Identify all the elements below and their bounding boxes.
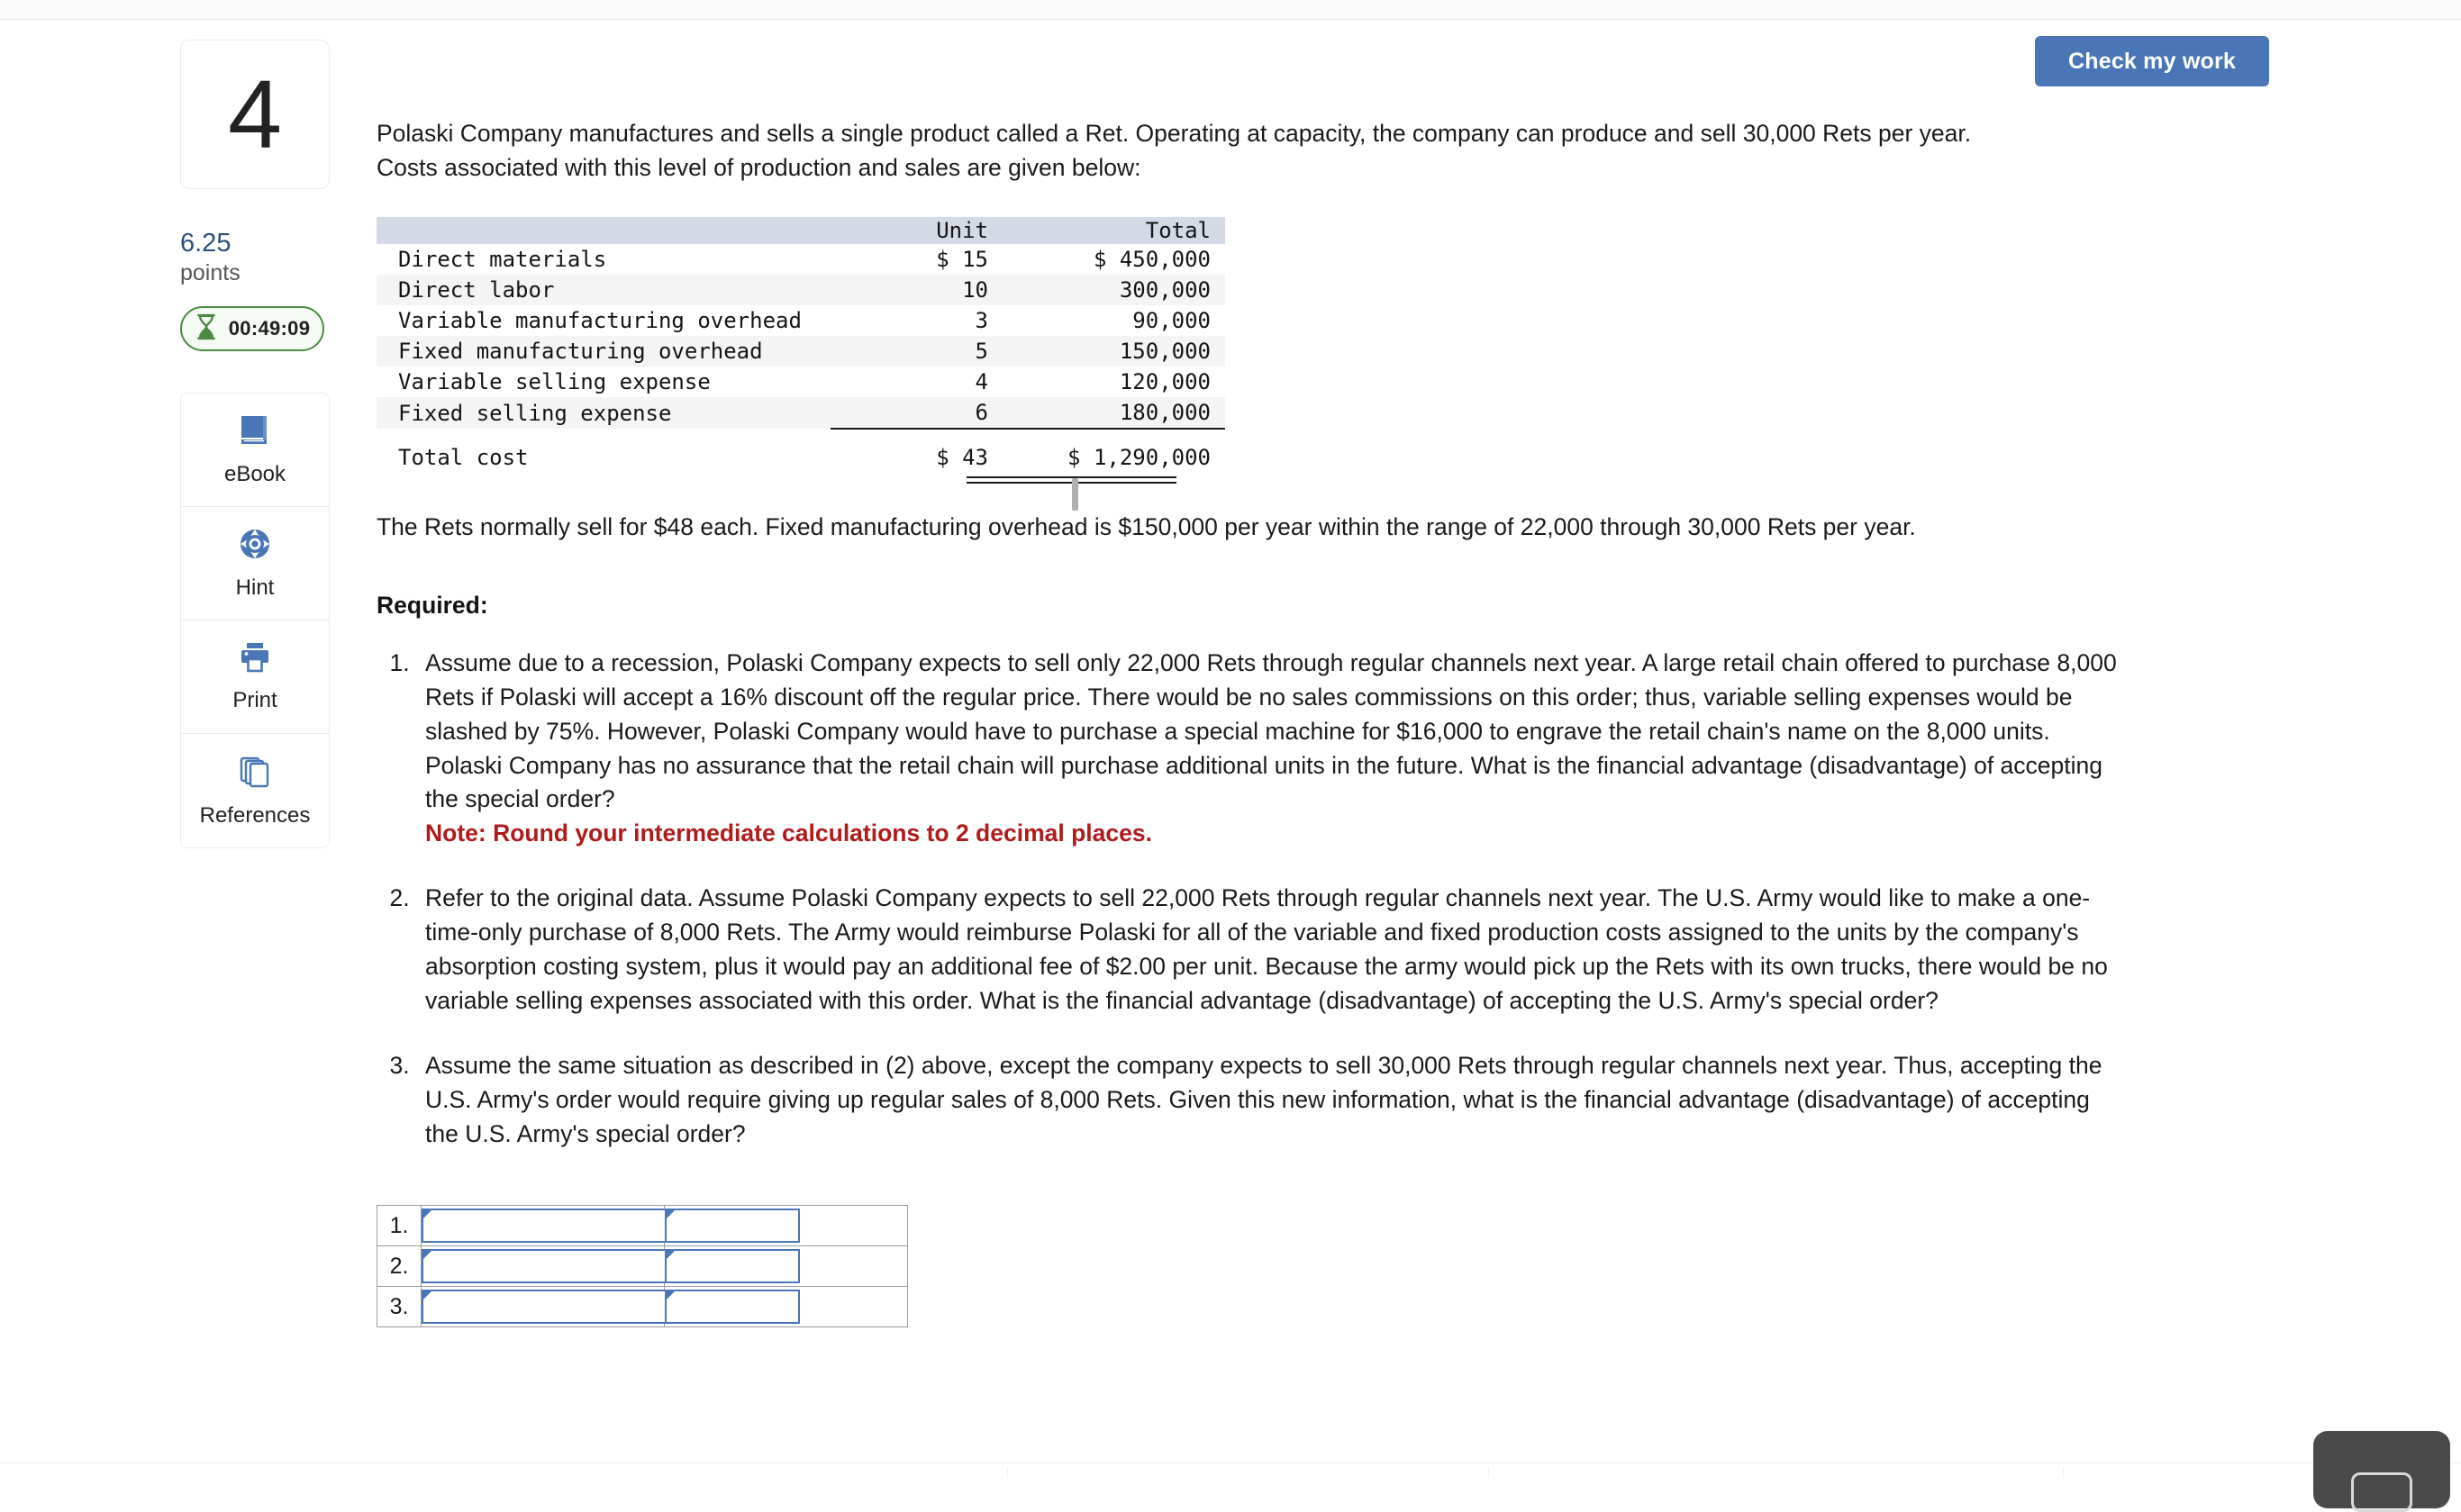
- answer-table: 1. 2. 3.: [377, 1205, 908, 1328]
- table-row: Direct labor 10 300,000: [377, 275, 1225, 306]
- list-item: Refer to the original data. Assume Polas…: [416, 882, 2128, 1019]
- cost-row-total: 150,000: [1001, 336, 1225, 367]
- requirement-text: Assume due to a recession, Polaski Compa…: [425, 648, 2117, 813]
- cost-row-unit: $ 15: [936, 247, 988, 273]
- answer-input-3b[interactable]: [665, 1290, 800, 1325]
- required-heading: Required:: [377, 591, 488, 619]
- cost-row-unit: 10: [831, 275, 1001, 306]
- answer-cell[interactable]: [664, 1245, 908, 1288]
- answer-cell[interactable]: [421, 1205, 667, 1247]
- table-row: Fixed manufacturing overhead 5 150,000: [377, 336, 1225, 367]
- question-rail: 4 6.25 points 00:49:09 eBook Hint Print …: [180, 40, 331, 849]
- cost-row-label: Variable selling expense: [398, 369, 711, 395]
- cost-row-unit: 5: [831, 336, 1001, 367]
- answer-input-2a[interactable]: [422, 1249, 667, 1284]
- requirements-list: Assume due to a recession, Polaski Compa…: [377, 647, 2128, 1152]
- footer-divider: [0, 1462, 2461, 1463]
- intro-paragraph: Polaski Company manufactures and sells a…: [377, 120, 1972, 181]
- hourglass-icon: [195, 313, 218, 345]
- points-label: points: [180, 260, 241, 286]
- table-row: Variable manufacturing overhead 3 90,000: [377, 305, 1225, 336]
- question-number-box: 4: [180, 40, 330, 189]
- cost-row-label: Direct materials: [398, 247, 607, 273]
- requirement-text: Refer to the original data. Assume Polas…: [425, 884, 2108, 1014]
- tool-label: Hint: [235, 575, 275, 601]
- answer-row-index: 2.: [377, 1245, 422, 1288]
- cost-row-unit: 4: [975, 369, 988, 395]
- book-icon: [236, 412, 274, 453]
- cost-total-label: Total cost: [398, 444, 529, 470]
- cost-row-total: 300,000: [1001, 275, 1225, 306]
- footer-tick: [2063, 1467, 2064, 1478]
- answer-cell[interactable]: [421, 1245, 667, 1288]
- timer-value: 00:49:09: [228, 317, 311, 340]
- answer-row-index: 1.: [377, 1205, 422, 1247]
- table-row: Variable selling expense 4 120,000: [377, 367, 1225, 397]
- answer-cell[interactable]: [664, 1286, 908, 1328]
- copy-pages-icon: [237, 754, 273, 794]
- question-body: Polaski Company manufactures and sells a…: [377, 117, 2117, 1328]
- tool-print[interactable]: Print: [181, 620, 329, 735]
- answer-cell[interactable]: [421, 1286, 667, 1328]
- cost-total-value: $ 1,290,000: [1001, 428, 1225, 477]
- list-item: Assume the same situation as described i…: [416, 1049, 2128, 1152]
- cost-col-unit: Unit: [831, 217, 1001, 245]
- tool-panel: eBook Hint Print References: [180, 393, 330, 849]
- answer-input-3a[interactable]: [422, 1290, 667, 1325]
- cost-col-blank: [377, 217, 831, 245]
- cost-row-label: Fixed manufacturing overhead: [377, 336, 831, 367]
- requirement-note: Note: Round your intermediate calculatio…: [425, 819, 1152, 847]
- table-row: 2.: [377, 1245, 908, 1288]
- check-my-work-button[interactable]: Check my work: [2035, 36, 2269, 86]
- tool-hint[interactable]: Hint: [181, 507, 329, 621]
- selling-info-paragraph: The Rets normally sell for $48 each. Fix…: [377, 513, 1916, 541]
- cost-row-total: 120,000: [1119, 369, 1211, 395]
- cost-row-label: Variable manufacturing overhead: [398, 308, 802, 334]
- tool-references[interactable]: References: [181, 734, 329, 848]
- points-value: 6.25: [180, 229, 232, 258]
- tool-ebook[interactable]: eBook: [181, 394, 329, 508]
- cost-total-row: Total cost $ 43 $ 1,290,000: [377, 428, 1225, 477]
- cost-row-unit: 6: [831, 397, 1001, 430]
- tool-label: eBook: [223, 462, 286, 487]
- table-row: Direct materials $ 15 $ 450,000: [377, 244, 1225, 275]
- footer-tick: [1007, 1467, 1008, 1478]
- lifebuoy-icon: [237, 526, 273, 566]
- footer-tick: [1488, 1467, 1489, 1478]
- table-row: 3.: [377, 1286, 908, 1328]
- top-browser-strip: [0, 0, 2461, 20]
- cost-row-total: 90,000: [1132, 308, 1211, 334]
- table-row: Fixed selling expense 6 180,000: [377, 397, 1225, 430]
- answer-input-1a[interactable]: [422, 1209, 667, 1244]
- countdown-timer: 00:49:09: [180, 306, 324, 352]
- cost-row-total: $ 450,000: [1093, 247, 1211, 273]
- tool-label: Print: [232, 688, 277, 713]
- answer-input-2b[interactable]: [665, 1249, 800, 1284]
- cost-col-total: Total: [1001, 217, 1225, 245]
- help-chat-button[interactable]: [2313, 1431, 2450, 1512]
- cost-table-wrapper: Unit Total Direct materials $ 15 $ 450,0…: [377, 217, 1225, 512]
- cost-row-unit: 3: [975, 308, 988, 334]
- printer-icon: [236, 640, 274, 679]
- table-row: 1.: [377, 1205, 908, 1247]
- requirement-text: Assume the same situation as described i…: [425, 1051, 2102, 1147]
- answer-cell[interactable]: [664, 1205, 908, 1247]
- cost-table: Unit Total Direct materials $ 15 $ 450,0…: [377, 217, 1225, 477]
- question-number: 4: [227, 59, 283, 168]
- answer-row-index: 3.: [377, 1286, 422, 1328]
- list-item: Assume due to a recession, Polaski Compa…: [416, 647, 2128, 851]
- answer-table-wrapper: 1. 2. 3.: [377, 1205, 908, 1328]
- cost-row-label: Fixed selling expense: [377, 397, 831, 430]
- answer-input-1b[interactable]: [665, 1209, 800, 1244]
- table-resize-handle[interactable]: [1072, 478, 1078, 512]
- cost-row-label: Direct labor: [377, 275, 831, 306]
- cost-table-header-row: Unit Total: [377, 217, 1225, 245]
- tool-label: References: [199, 802, 311, 828]
- cost-row-total: 180,000: [1001, 397, 1225, 430]
- cost-total-unit: $ 43: [831, 428, 1001, 477]
